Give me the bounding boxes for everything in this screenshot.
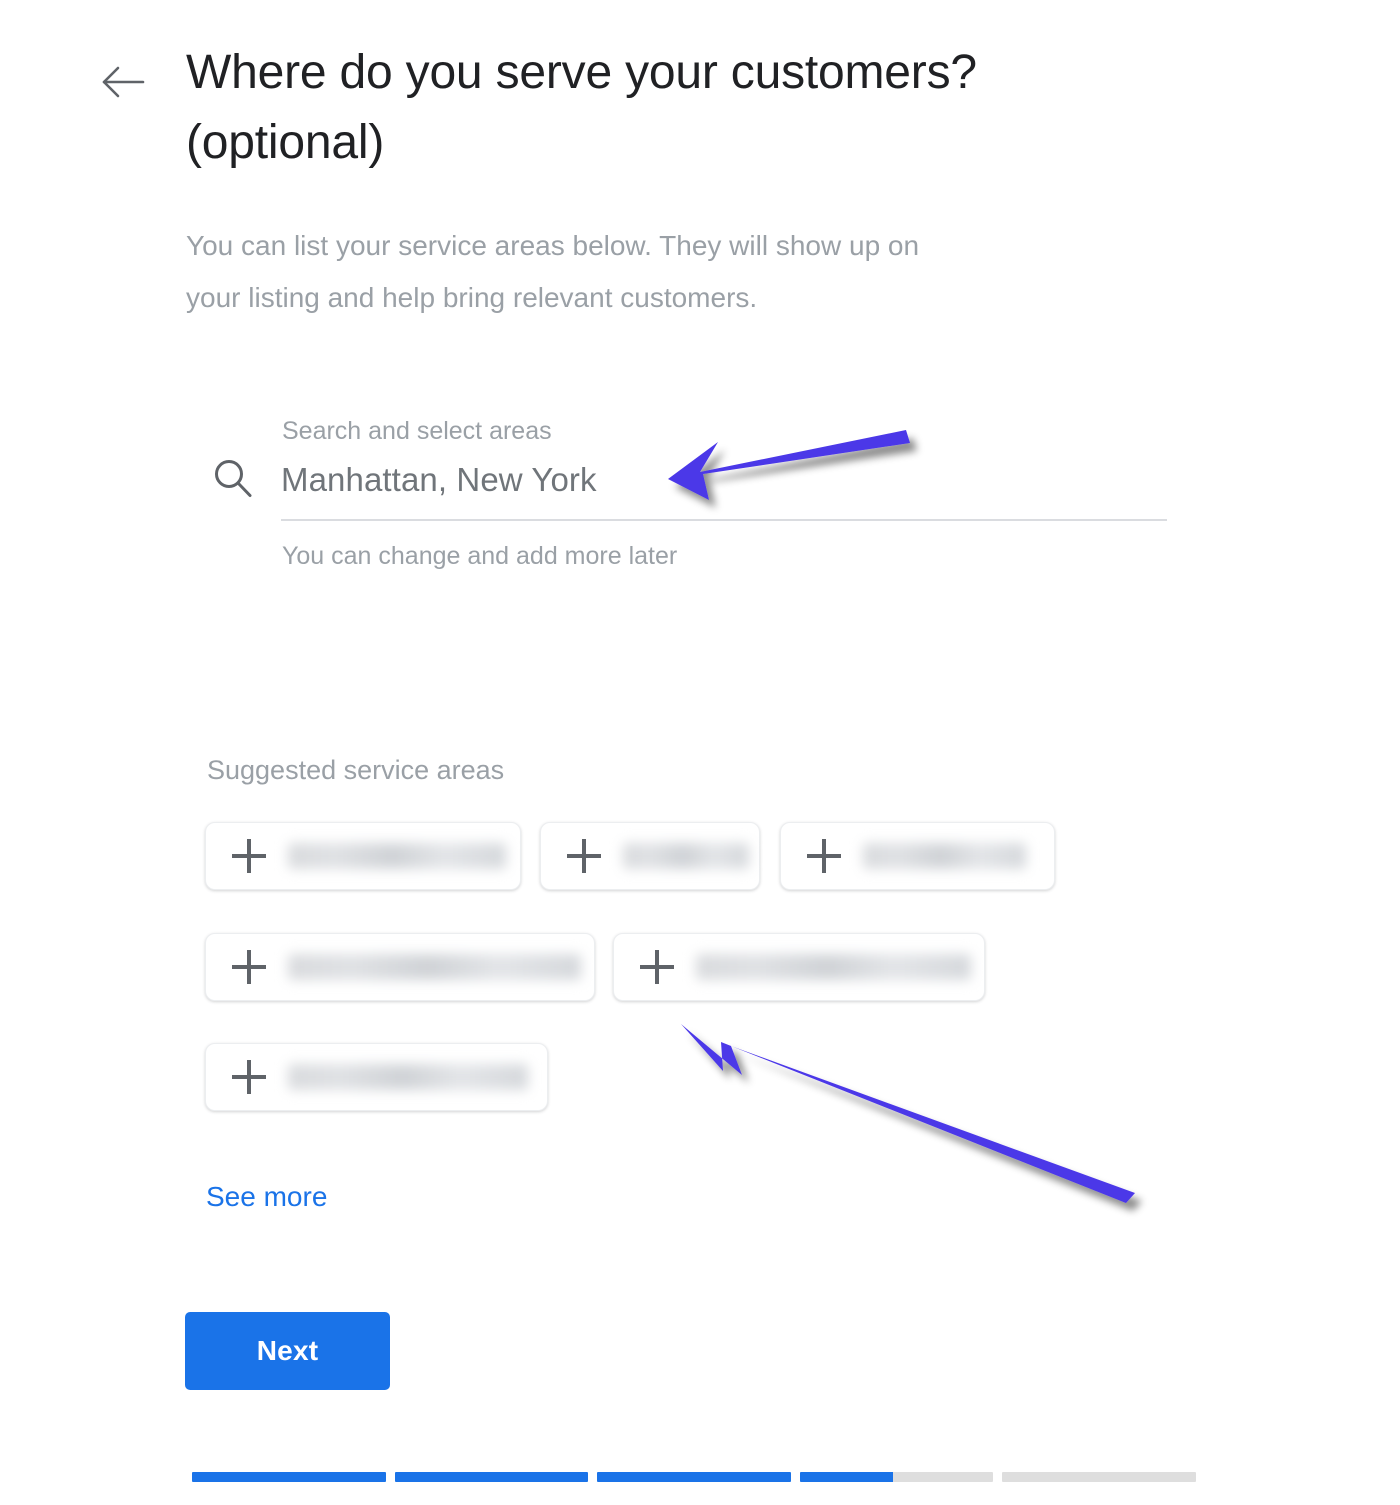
plus-icon — [232, 1060, 266, 1094]
next-button[interactable]: Next — [185, 1312, 390, 1390]
plus-icon — [232, 950, 266, 984]
page-subtitle: You can list your service areas below. T… — [186, 230, 920, 313]
progress-segment — [394, 1472, 589, 1482]
suggested-area-label — [288, 843, 506, 869]
suggested-area-label — [696, 954, 971, 980]
suggested-area-chip[interactable] — [205, 1043, 548, 1111]
search-field-label: Search and select areas — [282, 417, 552, 445]
search-field-hint: You can change and add more later — [282, 542, 678, 570]
search-icon — [208, 454, 258, 504]
search-field-underline — [281, 519, 1167, 521]
arrow-left-icon — [99, 64, 145, 100]
suggested-area-chip[interactable] — [780, 822, 1055, 890]
suggested-area-label — [623, 843, 749, 869]
search-input[interactable] — [281, 456, 901, 504]
suggested-area-label — [288, 954, 581, 980]
progress-fill — [799, 1472, 893, 1482]
see-more-link[interactable]: See more — [206, 1178, 327, 1216]
back-button[interactable] — [92, 52, 152, 112]
suggested-area-chip[interactable] — [205, 822, 521, 890]
progress-segment — [799, 1472, 994, 1482]
suggested-area-label — [288, 1064, 528, 1090]
suggested-area-chip[interactable] — [613, 933, 985, 1001]
page-title: Where do you serve your customers? (opti… — [186, 46, 977, 169]
suggested-area-chip[interactable] — [540, 822, 760, 890]
progress-fill — [597, 1472, 791, 1482]
suggested-areas-title: Suggested service areas — [207, 755, 505, 785]
progress-fill — [394, 1472, 589, 1482]
suggested-area-chip[interactable] — [205, 933, 595, 1001]
progress-fill — [192, 1472, 386, 1482]
suggested-area-label — [863, 843, 1026, 869]
plus-icon — [640, 950, 674, 984]
arrow-pointing-to-suggested-chips — [681, 1024, 1135, 1203]
progress-segment — [597, 1472, 791, 1482]
progress-segment — [192, 1472, 386, 1482]
progress-segment — [1002, 1472, 1196, 1482]
onboarding-progress-bar — [192, 1472, 1196, 1482]
plus-icon — [232, 839, 266, 873]
plus-icon — [567, 839, 601, 873]
plus-icon — [807, 839, 841, 873]
